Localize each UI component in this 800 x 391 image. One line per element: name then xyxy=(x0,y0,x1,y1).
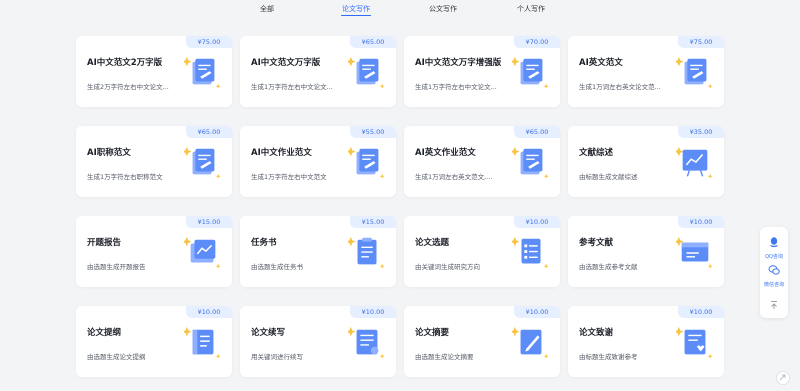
card-description: 由选题生成论文提纲 xyxy=(87,353,146,361)
card-title: AI职称范文 xyxy=(87,148,131,158)
product-card[interactable]: ¥15.00 开题报告由选题生成开题报告 xyxy=(76,216,232,287)
card-description: 由标题生成文献综述 xyxy=(579,173,638,181)
qq-icon xyxy=(770,237,778,248)
card-title: AI中文作业范文 xyxy=(251,148,312,158)
product-card[interactable]: ¥65.00 AI职称范文生成1万字符左右职称范文 xyxy=(76,126,232,197)
product-card[interactable]: ¥15.00 任务书由选题生成任务书 xyxy=(240,216,396,287)
product-card[interactable]: ¥10.00 参考文献由选题生成参考文献 xyxy=(568,216,724,287)
card-title: 文献综述 xyxy=(579,148,614,158)
category-tabs: 全部 论文写作 公文写作 个人写作 xyxy=(0,0,800,20)
card-title: 论文续写 xyxy=(251,328,286,338)
card-description: 生成2万字符左右中文论文... xyxy=(87,83,169,91)
card-title: 开题报告 xyxy=(87,238,122,248)
thanks-doc-icon xyxy=(676,326,713,359)
continue-doc-icon xyxy=(348,326,385,359)
card-description: 生成1万字符左右中文范文 xyxy=(251,173,327,181)
document-edit-icon xyxy=(184,56,221,89)
product-card[interactable]: ¥10.00 论文提纲由选题生成论文提纲 xyxy=(76,306,232,377)
outline-doc-icon xyxy=(184,326,221,359)
price-badge: ¥10.00 xyxy=(514,306,560,318)
card-description: 由标题生成致谢参考 xyxy=(579,353,638,361)
product-card[interactable]: ¥75.00 AI中文范文2万字版 生成2万字符左右中文论文... xyxy=(76,36,232,107)
card-title: 论文致谢 xyxy=(579,328,614,338)
arrow-up-icon xyxy=(771,301,777,309)
product-card[interactable]: ¥65.00 AI中文范文万字版生成1万字符左右中文论文... xyxy=(240,36,396,107)
price-badge: ¥10.00 xyxy=(514,216,560,228)
price-badge: ¥15.00 xyxy=(350,216,396,228)
document-edit-icon xyxy=(512,56,549,89)
price-badge: ¥10.00 xyxy=(678,306,724,318)
product-card[interactable]: ¥70.00 AI中文范文万字增强版 生成1万字符左右中文论文... xyxy=(404,36,560,107)
price-badge: ¥75.00 xyxy=(678,36,724,48)
tab-official-writing[interactable]: 公文写作 xyxy=(398,0,488,18)
card-description: 由选题生成参考文献 xyxy=(579,263,638,271)
wechat-icon xyxy=(768,265,780,275)
card-title: 任务书 xyxy=(251,238,277,248)
price-badge: ¥65.00 xyxy=(514,126,560,138)
card-description: 由选题生成开题报告 xyxy=(87,263,146,271)
product-card[interactable]: ¥75.00 AI英文范文生成1万词左右英文论文范... xyxy=(568,36,724,107)
task-book-icon xyxy=(348,236,385,269)
price-badge: ¥10.00 xyxy=(678,216,724,228)
tab-all[interactable]: 全部 xyxy=(222,0,312,18)
product-grid: ¥75.00 AI中文范文2万字版 生成2万字符左右中文论文... ¥65.00 AI中… xyxy=(76,36,724,377)
price-badge: ¥70.00 xyxy=(514,36,560,48)
price-badge: ¥65.00 xyxy=(186,126,232,138)
document-edit-icon xyxy=(184,146,221,179)
product-card[interactable]: ¥55.00 AI中文作业范文生成1万字符左右中文范文 xyxy=(240,126,396,197)
card-description: 用关键词进行续写 xyxy=(251,353,303,361)
card-description: 由关键词生成研究方向 xyxy=(415,263,480,271)
product-card[interactable]: ¥10.00 论文致谢由标题生成致谢参考 xyxy=(568,306,724,377)
price-badge: ¥55.00 xyxy=(350,126,396,138)
card-doc-icon xyxy=(676,236,713,269)
back-to-top-button[interactable] xyxy=(760,295,788,314)
card-title: AI中文范文2万字版 xyxy=(87,58,163,68)
document-edit-icon xyxy=(348,146,385,179)
chart-board-icon xyxy=(676,146,713,179)
product-card[interactable]: ¥35.00 文献综述由标题生成文献综述 xyxy=(568,126,724,197)
wechat-consult-label: 微信咨询 xyxy=(763,282,784,288)
qq-consult-button[interactable]: QQ咨询 xyxy=(760,233,788,260)
card-title: 参考文献 xyxy=(579,238,614,248)
card-title: AI中文范文万字版 xyxy=(251,58,321,68)
price-badge: ¥75.00 xyxy=(186,36,232,48)
pen-doc-icon xyxy=(512,326,549,359)
price-badge: ¥10.00 xyxy=(350,306,396,318)
price-badge: ¥15.00 xyxy=(186,216,232,228)
document-edit-icon xyxy=(512,146,549,179)
side-contact-panel: QQ咨询 微信咨询 xyxy=(760,227,788,318)
document-edit-icon xyxy=(676,56,713,89)
card-title: 论文选题 xyxy=(415,238,450,248)
card-title: AI中文范文万字增强版 xyxy=(415,58,502,68)
corner-badge-icon xyxy=(776,371,790,385)
product-card[interactable]: ¥65.00 AI英文作业范文生成1万词左右英文范文,... xyxy=(404,126,560,197)
card-description: 由选题生成任务书 xyxy=(251,263,303,271)
tab-paper-writing[interactable]: 论文写作 xyxy=(311,0,401,18)
document-edit-icon xyxy=(348,56,385,89)
price-badge: ¥35.00 xyxy=(678,126,724,138)
product-card[interactable]: ¥10.00 论文续写用关键词进行续写 xyxy=(240,306,396,377)
list-doc-icon xyxy=(512,236,549,269)
card-title: 论文摘要 xyxy=(415,328,450,338)
card-description: 生成1万字符左右职称范文 xyxy=(87,173,163,181)
price-badge: ¥65.00 xyxy=(350,36,396,48)
card-description: 生成1万词左右英文论文范... xyxy=(579,83,661,91)
card-title: 论文提纲 xyxy=(87,328,122,338)
wechat-consult-button[interactable]: 微信咨询 xyxy=(760,261,788,288)
card-title: AI英文范文 xyxy=(579,58,623,68)
card-description: 生成1万词左右英文范文,... xyxy=(415,173,493,181)
card-description: 生成1万字符左右中文论文... xyxy=(251,83,333,91)
card-description: 由选题生成论文摘要 xyxy=(415,353,474,361)
tab-personal-writing[interactable]: 个人写作 xyxy=(486,0,576,18)
report-chart-icon xyxy=(184,236,221,269)
qq-consult-label: QQ咨询 xyxy=(765,254,783,260)
product-card[interactable]: ¥10.00 论文选题由关键词生成研究方向 xyxy=(404,216,560,287)
product-card[interactable]: ¥10.00 论文摘要由选题生成论文摘要 xyxy=(404,306,560,377)
card-description: 生成1万字符左右中文论文... xyxy=(415,83,497,91)
price-badge: ¥10.00 xyxy=(186,306,232,318)
card-title: AI英文作业范文 xyxy=(415,148,476,158)
